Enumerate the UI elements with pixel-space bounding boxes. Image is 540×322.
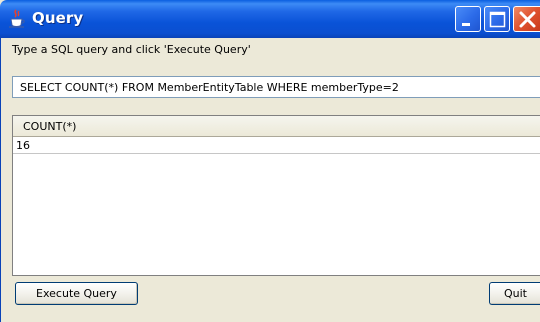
query-window: Query Type a SQL query and click 'Execut… bbox=[0, 0, 540, 322]
minimize-icon bbox=[462, 23, 470, 26]
column-header-label: COUNT(*) bbox=[23, 120, 77, 133]
sql-query-input[interactable] bbox=[12, 76, 540, 98]
title-bar[interactable]: Query bbox=[0, 0, 540, 38]
column-header-count[interactable]: COUNT(*) bbox=[13, 116, 540, 137]
window-content: Type a SQL query and click 'Execute Quer… bbox=[0, 38, 540, 322]
minimize-button[interactable] bbox=[455, 6, 481, 32]
window-title: Query bbox=[32, 9, 84, 27]
quit-button[interactable]: Quit bbox=[489, 282, 540, 305]
close-button[interactable] bbox=[513, 6, 540, 32]
java-coffee-cup-icon bbox=[7, 9, 27, 29]
table-cell: 16 bbox=[16, 139, 30, 152]
maximize-icon bbox=[489, 11, 506, 28]
close-icon bbox=[519, 11, 536, 28]
instruction-label: Type a SQL query and click 'Execute Quer… bbox=[12, 43, 251, 56]
maximize-button[interactable] bbox=[484, 6, 510, 32]
table-row[interactable]: 16 bbox=[13, 138, 540, 154]
results-table[interactable]: COUNT(*) 16 bbox=[12, 115, 540, 276]
execute-query-button[interactable]: Execute Query bbox=[15, 282, 138, 305]
